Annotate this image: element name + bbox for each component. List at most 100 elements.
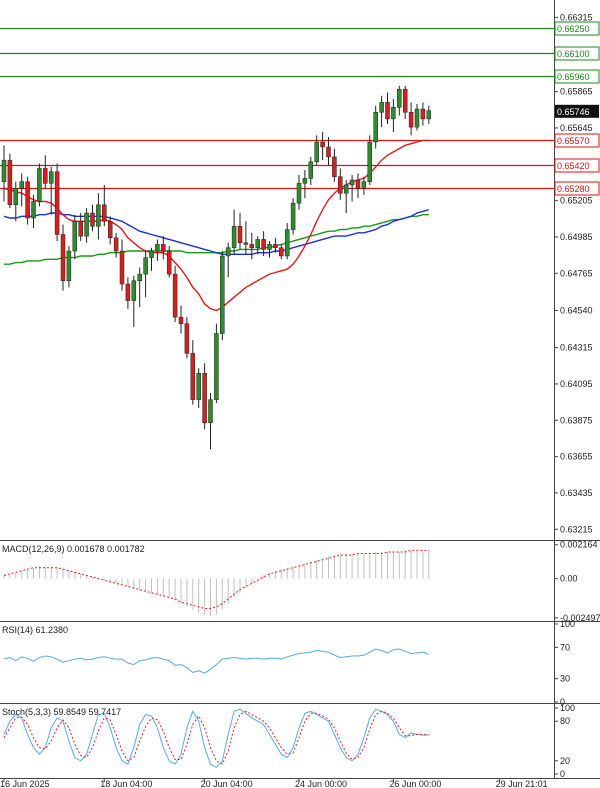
price-axis-ticks: 0.66315 0.65865 0.65645 0.65205 0.64985 0.647… [554, 12, 593, 534]
time-tick-label: 29 Jun 21:01 [496, 779, 548, 788]
candle [166, 246, 172, 278]
candle-body [48, 171, 54, 184]
candle-body [343, 184, 349, 194]
candle-body [60, 234, 66, 281]
candle-body [296, 183, 302, 204]
candle-body [96, 204, 101, 227]
candle-body [408, 112, 414, 128]
candle [367, 135, 373, 185]
macd-label: MACD(12,26,9) 0.001678 0.001782 [2, 544, 145, 554]
level-label: 0.66100 [557, 49, 590, 59]
candle-body [367, 141, 373, 182]
chart-canvas: 0.66315 0.65865 0.65645 0.65205 0.64985 0.647… [0, 0, 600, 788]
time-tick-label: 24 Jun 00:00 [295, 779, 347, 788]
candle-body [267, 244, 272, 250]
candle-body [338, 176, 343, 194]
level-label: 0.65420 [557, 161, 590, 171]
candle-body [379, 102, 384, 113]
time-tick-label: 20 Jun 04:00 [201, 779, 253, 788]
candle-body [37, 168, 42, 202]
price-tick-label: 0.64095 [560, 379, 593, 389]
candle [37, 163, 42, 207]
candle-body [402, 88, 408, 113]
candle-body [273, 244, 278, 248]
level-label: 0.65280 [557, 184, 590, 194]
candle-body [349, 179, 355, 186]
candle-body [237, 225, 243, 244]
price-tick-label: 0.64765 [560, 268, 593, 278]
price-tick-label: 0.63215 [560, 524, 593, 534]
candle [214, 323, 219, 403]
candle-body [172, 273, 178, 318]
price-tick-label: 0.63655 [560, 452, 593, 462]
candle-body [166, 250, 172, 275]
candle-body [25, 181, 30, 219]
price-tick-label: 0.65865 [560, 87, 593, 97]
candle-body [426, 110, 432, 120]
macd-tick-label: 0.00 [560, 574, 578, 584]
price-tick-label: 0.66315 [560, 12, 593, 22]
candle-body [302, 178, 308, 184]
candle-body [19, 181, 24, 189]
candle-body [78, 221, 83, 237]
candle-body [107, 221, 113, 239]
price-tick-label: 0.65645 [560, 123, 593, 133]
price-tick-label: 0.63875 [560, 415, 593, 425]
candle-body [202, 372, 207, 424]
candle-body [373, 112, 378, 143]
candle-body [125, 283, 131, 301]
chart-background [0, 0, 600, 788]
candle-body [414, 108, 420, 128]
candle-body [7, 159, 13, 206]
candle [60, 224, 66, 291]
price-tick-label: 0.64540 [560, 305, 593, 315]
candle-body [385, 102, 390, 120]
candle-body [102, 204, 107, 222]
rsi-tick-label: 70 [560, 642, 570, 652]
candle-body [72, 221, 78, 252]
candle-body [397, 88, 402, 108]
candle-body [54, 171, 60, 235]
candle-body [66, 250, 72, 281]
rsi-tick-label: 100 [560, 619, 575, 629]
candle-body [261, 239, 266, 250]
rsi-label: RSI(14) 61.2380 [2, 625, 68, 635]
candle-body [1, 159, 7, 182]
candle-body [155, 244, 160, 252]
price-tick-label: 0.65205 [560, 196, 593, 206]
candle [54, 163, 60, 242]
time-tick-label: 18 Jun 04:00 [100, 779, 152, 788]
stoch-label: Stoch(5,3,3) 59.8549 59.7417 [2, 707, 121, 717]
candle-body [284, 229, 290, 257]
macd-tick-label: 0.002164 [560, 540, 598, 550]
candle [172, 265, 178, 323]
candle-body [361, 181, 367, 189]
candle [25, 176, 30, 225]
candle-body [184, 323, 190, 354]
candle [7, 153, 13, 209]
candle-body [208, 399, 213, 424]
candle-body [243, 242, 249, 245]
candle-body [308, 161, 314, 179]
last-price-label: 0.65746 [557, 107, 590, 117]
candle-body [31, 201, 36, 219]
candle-body [43, 168, 48, 184]
candle-body [90, 212, 95, 227]
time-tick-label: 16 Jun 2025 [0, 779, 50, 788]
candle-body [13, 188, 19, 206]
level-label: 0.65570 [557, 136, 590, 146]
candle-body [279, 247, 284, 257]
candle-body [249, 244, 255, 248]
stoch-tick-label: 20 [560, 756, 570, 766]
candle-body [332, 156, 337, 177]
candle-body [196, 372, 201, 400]
level-label: 0.66250 [557, 24, 590, 34]
candle-body [131, 280, 137, 301]
candle-body [391, 107, 396, 120]
stoch-tick-label: 80 [560, 716, 570, 726]
stoch-tick-label: 0 [560, 769, 565, 779]
price-tick-label: 0.64985 [560, 232, 593, 242]
candle-body [149, 250, 154, 258]
candle-body [161, 244, 166, 252]
candle-body [137, 273, 142, 281]
